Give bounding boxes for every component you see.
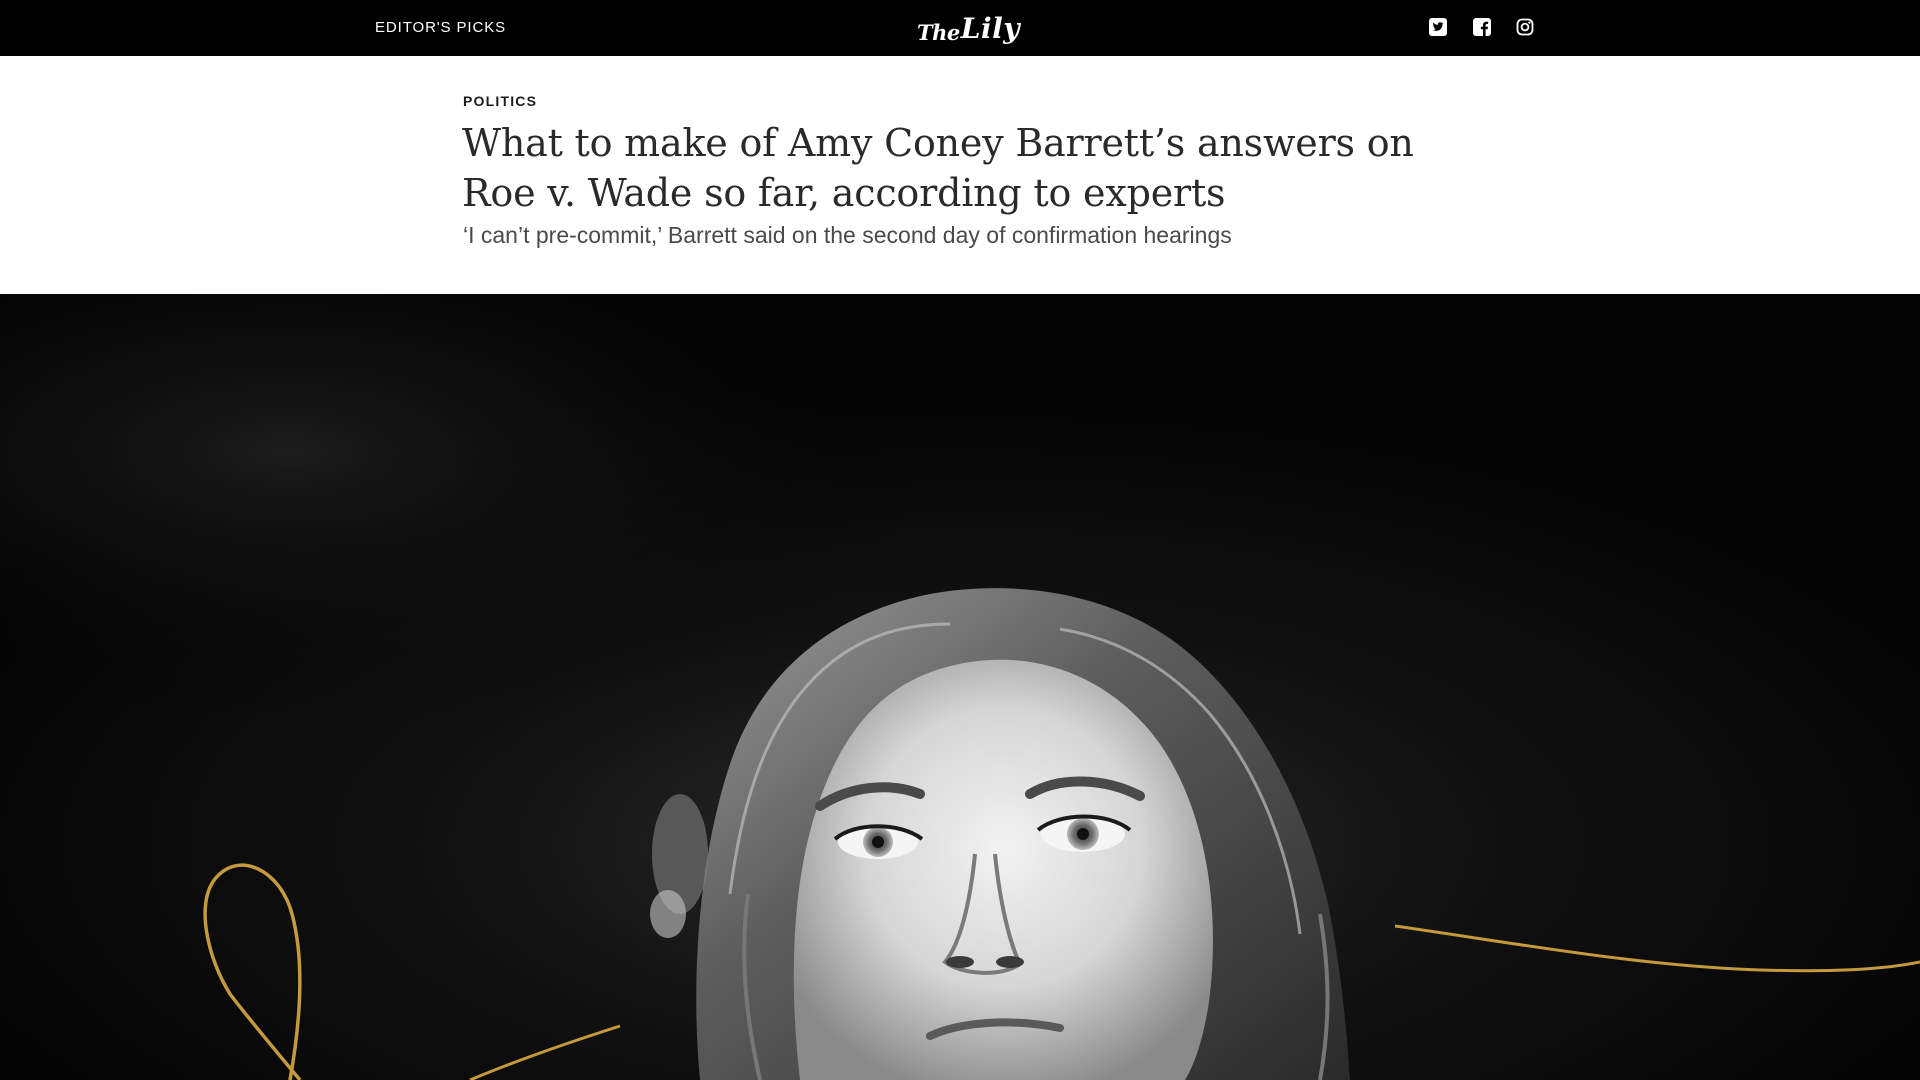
instagram-link[interactable]	[1515, 17, 1535, 37]
article-headline: What to make of Amy Coney Barrett’s answ…	[462, 121, 1414, 215]
facebook-link[interactable]	[1472, 17, 1492, 37]
facebook-icon	[1472, 17, 1492, 37]
top-navigation-bar: EDITOR'S PICKS The Lily	[0, 0, 1920, 56]
section-kicker-link[interactable]: POLITICS	[463, 93, 537, 109]
logo-lily-text: Lily	[960, 12, 1020, 45]
logo-the-text: The	[917, 20, 960, 45]
article-header: POLITICS What to make of Amy Coney Barre…	[0, 56, 1920, 294]
twitter-link[interactable]	[1428, 17, 1448, 37]
hero-portrait-illustration	[0, 294, 1920, 1080]
editors-picks-link[interactable]: EDITOR'S PICKS	[375, 19, 506, 36]
instagram-icon	[1515, 17, 1535, 37]
twitter-icon	[1428, 17, 1448, 37]
article-subheadline: ‘I can’t pre-commit,’ Barrett said on th…	[463, 222, 1232, 248]
the-lily-logo[interactable]: The Lily	[917, 9, 1019, 45]
hero-image	[0, 294, 1920, 1080]
